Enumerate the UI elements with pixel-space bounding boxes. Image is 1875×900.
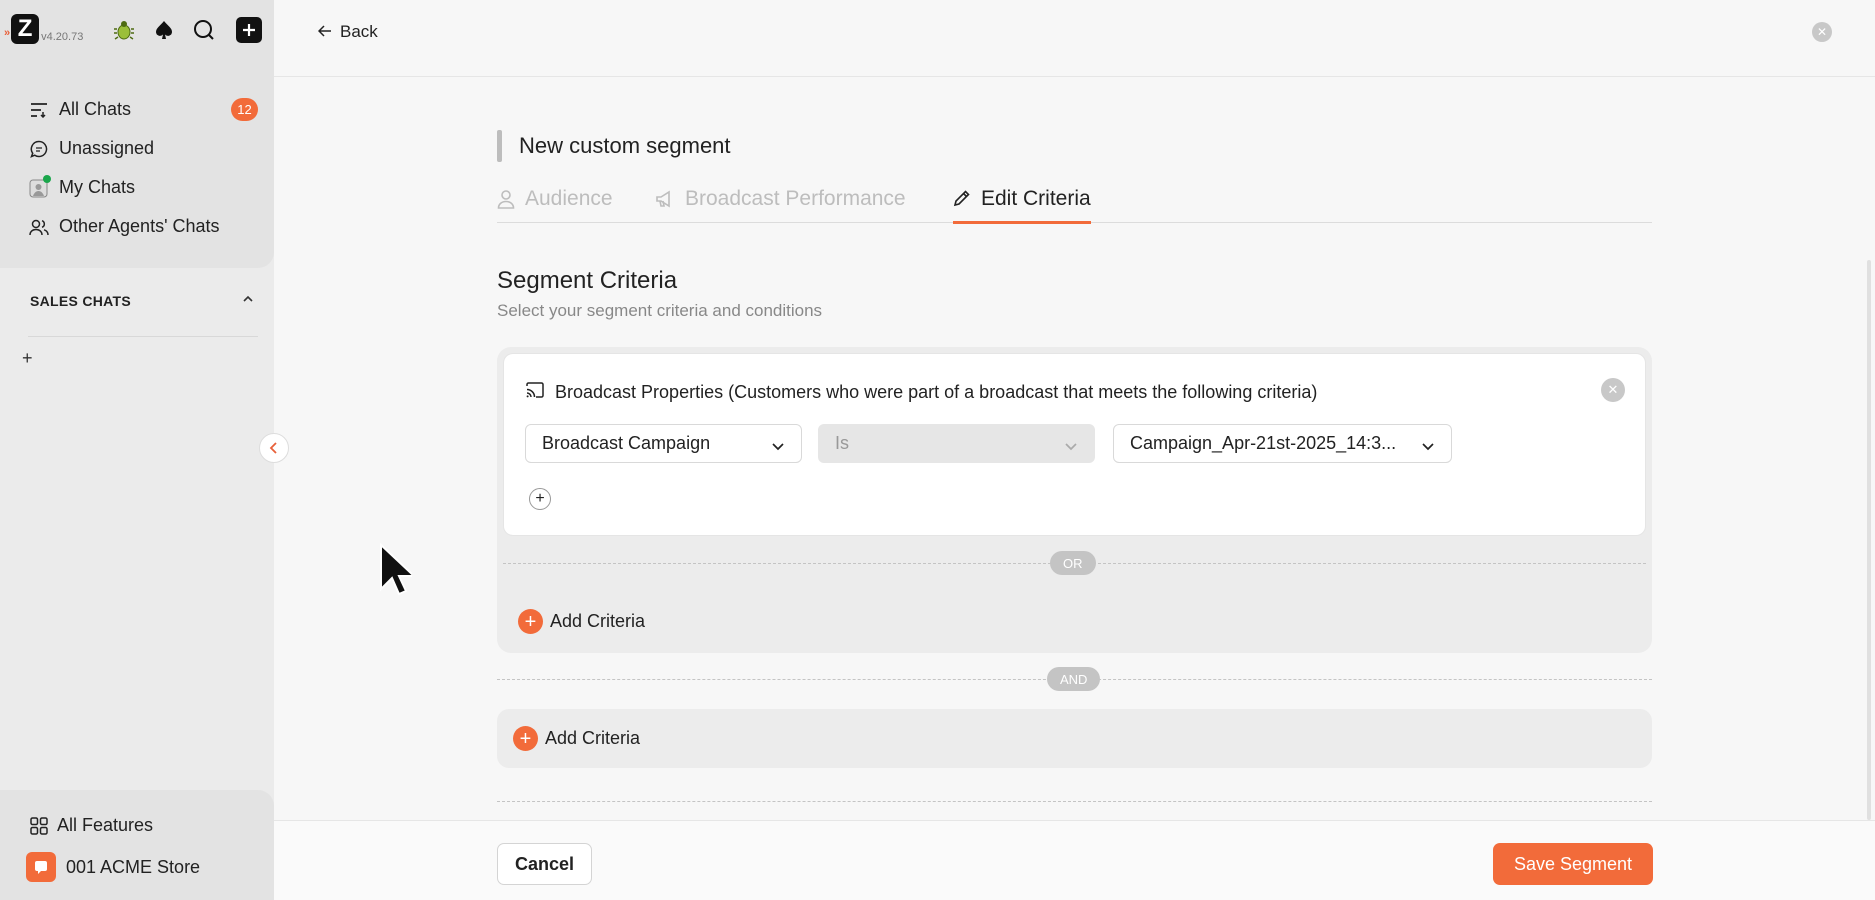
megaphone-icon xyxy=(655,189,675,215)
tab-label: Broadcast Performance xyxy=(685,187,906,210)
chevron-down-icon xyxy=(1421,437,1435,458)
sidebar-bottom-panel: All Features 001 ACME Store xyxy=(0,790,274,900)
title-accent-bar xyxy=(497,130,502,162)
footer-bar: Cancel Save Segment xyxy=(274,820,1875,900)
add-section-plus-icon[interactable]: + xyxy=(22,348,33,369)
add-criteria-label: Add Criteria xyxy=(545,728,641,748)
user-icon xyxy=(497,189,515,215)
section-subtitle: Select your segment criteria and conditi… xyxy=(497,301,823,320)
add-condition-button[interactable]: + xyxy=(529,488,551,510)
value-select[interactable]: Campaign_Apr-21st-2025_14:3... xyxy=(1113,424,1452,463)
close-icon[interactable]: ✕ xyxy=(1812,22,1832,42)
sidebar-item-label: All Chats xyxy=(59,99,132,119)
or-pill: OR xyxy=(1050,551,1096,575)
section-title-sales-chats[interactable]: SALES CHATS xyxy=(30,293,131,309)
sidebar-item-other-agents-chats[interactable]: Other Agents' Chats xyxy=(28,207,258,246)
chevron-down-icon xyxy=(1064,437,1078,458)
field-select[interactable]: Broadcast Campaign xyxy=(525,424,802,463)
back-button[interactable]: Back xyxy=(317,22,378,42)
value-select-value: Campaign_Apr-21st-2025_14:3... xyxy=(1130,433,1397,453)
unread-count-badge: 12 xyxy=(231,98,258,121)
sidebar-item-label: Other Agents' Chats xyxy=(59,216,220,236)
chevron-up-icon[interactable] xyxy=(242,292,254,310)
page-title[interactable]: New custom segment xyxy=(519,133,731,159)
bug-icon[interactable] xyxy=(110,16,138,44)
pencil-icon xyxy=(953,189,971,213)
chevron-down-icon xyxy=(771,437,785,458)
add-criteria-label: Add Criteria xyxy=(550,611,646,631)
chevron-left-icon xyxy=(269,442,277,454)
tab-label: Edit Criteria xyxy=(981,187,1091,210)
tab-bar: Audience Broadcast Performance Edit Crit… xyxy=(497,187,1652,224)
collapse-sidebar-button[interactable] xyxy=(259,433,289,463)
store-name: 001 ACME Store xyxy=(66,856,201,877)
all-features-label: All Features xyxy=(57,815,154,835)
field-select-value: Broadcast Campaign xyxy=(542,433,711,453)
scrollbar[interactable] xyxy=(1867,260,1871,820)
criteria-heading-text: Broadcast Properties (Customers who were… xyxy=(555,382,1318,402)
app-version: v4.20.73 xyxy=(41,31,84,43)
add-criteria-and-button[interactable]: + Add Criteria xyxy=(513,726,640,751)
criteria-group-empty: + Add Criteria xyxy=(497,709,1652,768)
back-label: Back xyxy=(340,22,378,41)
tab-label: Audience xyxy=(525,187,613,210)
store-switcher[interactable]: 001 ACME Store xyxy=(26,852,200,882)
sidebar: » Z v4.20.73 All Chats 12 Unassigned My … xyxy=(0,0,274,900)
sidebar-item-all-chats[interactable]: All Chats 12 xyxy=(28,90,258,129)
cancel-button[interactable]: Cancel xyxy=(497,843,592,885)
bottom-divider xyxy=(497,801,1652,802)
divider xyxy=(28,336,258,337)
operator-select-value: Is xyxy=(835,433,850,453)
tab-edit-criteria[interactable]: Edit Criteria xyxy=(953,187,1091,224)
save-segment-button[interactable]: Save Segment xyxy=(1493,843,1653,885)
app-logo[interactable]: » Z v4.20.73 xyxy=(4,14,83,44)
main-panel: Back ✕ New custom segment Audience Broad… xyxy=(274,0,1875,900)
add-criteria-or-button[interactable]: + Add Criteria xyxy=(518,609,645,634)
new-chat-plus-icon[interactable] xyxy=(236,17,262,43)
criteria-card: Broadcast Properties (Customers who were… xyxy=(503,353,1646,536)
top-bar: Back ✕ xyxy=(274,0,1875,77)
mouse-cursor-icon xyxy=(380,543,412,596)
plus-circle-icon: + xyxy=(513,726,538,751)
list-filter-icon xyxy=(28,99,50,121)
section-title: Segment Criteria xyxy=(497,267,678,294)
tab-audience[interactable]: Audience xyxy=(497,187,613,223)
grid-icon xyxy=(30,816,48,835)
cast-icon xyxy=(526,382,544,403)
spade-icon[interactable] xyxy=(150,16,178,44)
plus-circle-icon: + xyxy=(518,609,543,634)
sidebar-item-label: Unassigned xyxy=(59,138,155,158)
sidebar-item-my-chats[interactable]: My Chats xyxy=(28,168,258,207)
z-logo-icon: Z xyxy=(11,14,40,44)
sidebar-item-label: My Chats xyxy=(59,177,136,197)
avatar-icon xyxy=(28,174,51,199)
arrow-left-icon xyxy=(317,22,332,42)
sidebar-nav: All Chats 12 Unassigned My Chats Other A… xyxy=(28,90,258,246)
criteria-heading: Broadcast Properties (Customers who were… xyxy=(526,382,1317,403)
store-logo-icon xyxy=(26,852,56,882)
chat-bubble-icon xyxy=(28,138,50,160)
criteria-group: Broadcast Properties (Customers who were… xyxy=(497,347,1652,653)
and-pill: AND xyxy=(1047,667,1101,691)
users-icon xyxy=(28,216,50,238)
all-features-link[interactable]: All Features xyxy=(30,815,153,836)
sidebar-top-panel: » Z v4.20.73 All Chats 12 Unassigned My … xyxy=(0,0,274,268)
expand-arrows-icon[interactable]: » xyxy=(4,22,10,44)
remove-criteria-close-icon[interactable]: ✕ xyxy=(1601,378,1625,402)
operator-select[interactable]: Is xyxy=(818,424,1095,463)
search-icon[interactable] xyxy=(190,16,218,44)
online-status-dot xyxy=(43,174,51,183)
tab-broadcast-performance[interactable]: Broadcast Performance xyxy=(655,187,906,223)
sidebar-item-unassigned[interactable]: Unassigned xyxy=(28,129,258,168)
